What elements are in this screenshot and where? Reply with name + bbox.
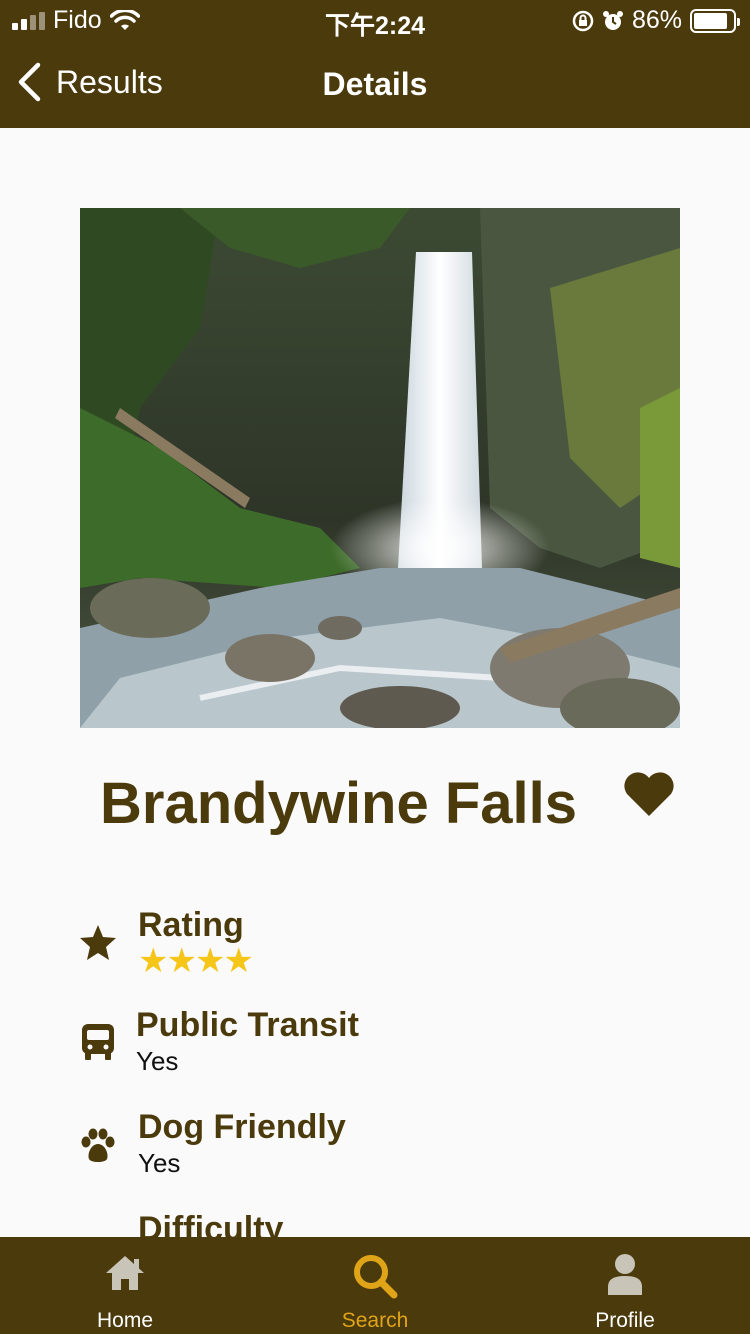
favorite-heart-icon[interactable] [622,770,676,818]
battery-icon [690,8,740,33]
home-icon [106,1256,144,1290]
star-icon [78,922,118,962]
transit-row: Public Transit Yes [78,1006,359,1078]
tab-bar: Home Search Profile [0,1237,750,1334]
page-title: Details [322,66,428,102]
tab-profile-label: Profile [595,1309,655,1332]
search-icon [354,1255,398,1299]
paw-icon [78,1126,118,1166]
tab-search[interactable]: Search [250,1237,500,1334]
transit-value: Yes [136,1046,179,1076]
dog-friendly-value: Yes [138,1148,181,1178]
tab-home[interactable]: Home [0,1237,250,1334]
battery-percent: 86% [631,6,682,34]
dog-friendly-row: Dog Friendly Yes [78,1108,346,1180]
tab-home-label: Home [96,1309,154,1332]
rating-row: Rating ★★★★ [78,906,254,980]
profile-icon [608,1254,642,1295]
status-bar: Fido 下午2:24 86% [0,0,750,42]
rating-label: Rating [138,906,244,944]
orientation-lock-icon [572,10,594,31]
transit-label: Public Transit [136,1006,359,1044]
rating-stars: ★★★★ [138,942,254,980]
bus-icon [78,1022,118,1062]
tab-search-label: Search [341,1309,409,1332]
waterfall-photo [80,208,680,728]
top-bar: Fido 下午2:24 86% Results Details [0,0,750,128]
place-title: Brandywine Falls [100,771,578,836]
tab-profile[interactable]: Profile [500,1237,750,1334]
dog-friendly-label: Dog Friendly [138,1108,346,1146]
navigation-bar: Results Details [0,52,750,116]
alarm-icon [602,10,623,30]
